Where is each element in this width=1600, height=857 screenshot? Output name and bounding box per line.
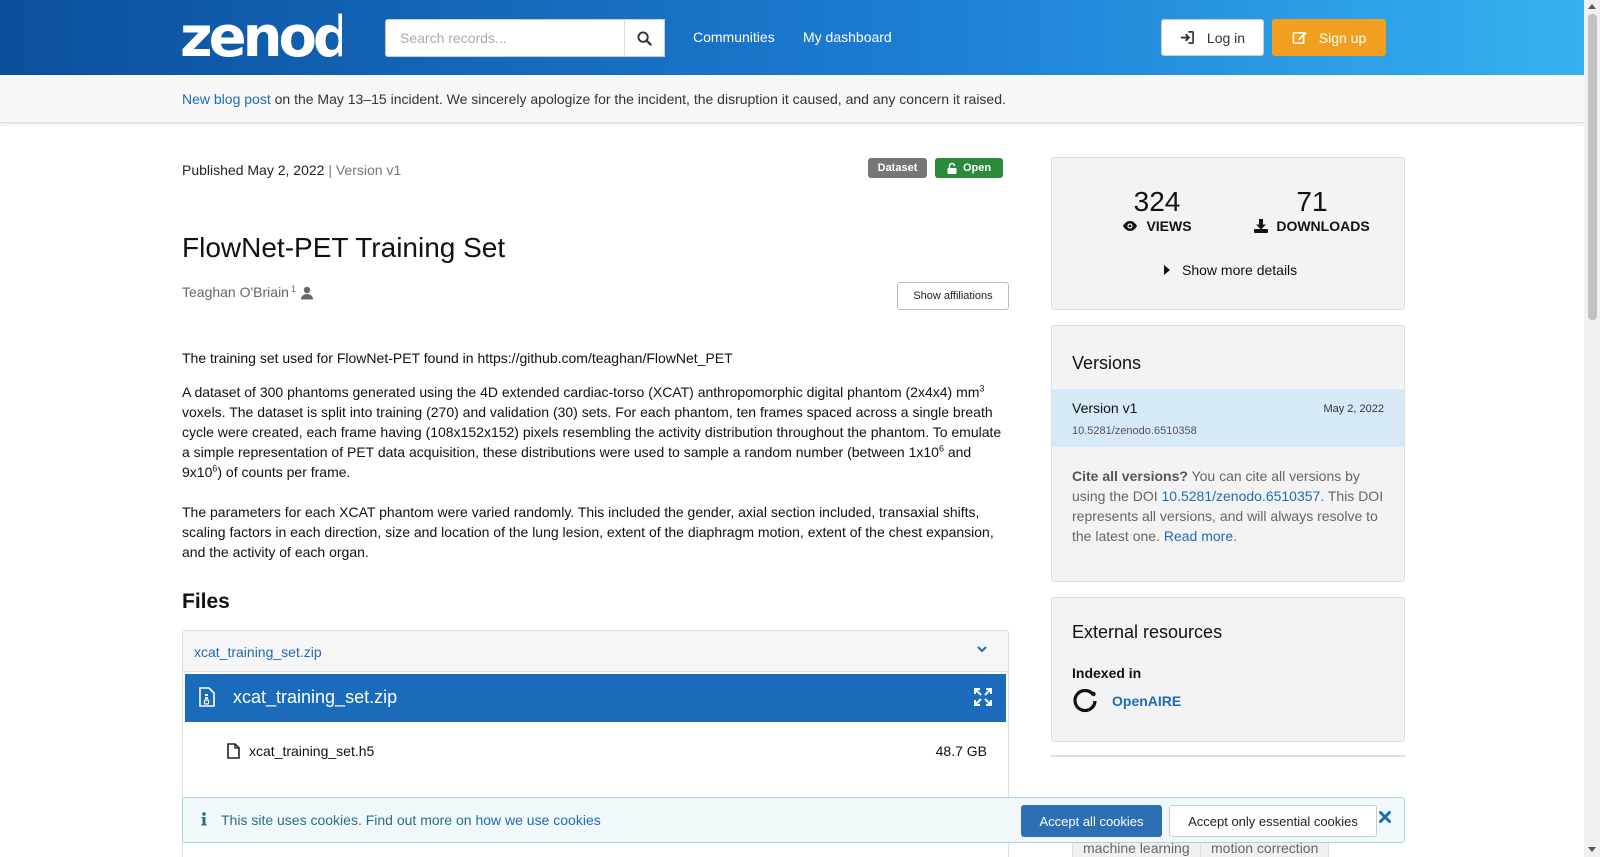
archive-link[interactable]: xcat_training_set.zip [194, 644, 322, 660]
version-text: Version v1 [335, 162, 402, 178]
file-preview-bar: xcat_training_set.zip [185, 674, 1006, 722]
scroll-down-arrow[interactable] [1588, 847, 1596, 852]
version-doi: 10.5281/zenodo.6510358 [1072, 425, 1197, 437]
author-name[interactable]: Teaghan O'Briain [182, 284, 289, 300]
caret-right-icon [1164, 265, 1170, 275]
access-label: Open [962, 162, 992, 174]
version-separator: | [324, 162, 336, 178]
user-icon [300, 286, 313, 300]
cookie-banner: This site uses cookies. Find out more on… [182, 797, 1405, 843]
show-more-details-toggle[interactable]: Show more details [1164, 262, 1297, 278]
unlock-icon [947, 162, 957, 174]
scrollbar-thumb[interactable] [1588, 14, 1597, 320]
version-label: Version v1 [1072, 400, 1138, 416]
author-affiliation-number: 1 [290, 284, 296, 294]
concept-doi-link[interactable]: 10.5281/zenodo.6510357 [1162, 488, 1321, 504]
indexed-in-label: Indexed in [1072, 665, 1142, 681]
description-paragraph-2: A dataset of 300 phantoms generated usin… [182, 383, 1002, 480]
close-icon[interactable] [1379, 811, 1391, 823]
downloads-label: DOWNLOADS [1276, 218, 1370, 234]
downloads-stat: 71 DOWNLOADS [1242, 186, 1382, 234]
read-more-link[interactable]: Read more. [1164, 528, 1237, 544]
download-icon [1254, 219, 1269, 233]
announcement-banner: New blog post on the May 13–15 incident.… [0, 75, 1584, 123]
expand-icon[interactable] [974, 688, 992, 706]
sign-in-icon [1180, 31, 1194, 44]
file-tree-row[interactable]: xcat_training_set.h5 48.7 GB [227, 741, 987, 761]
eye-icon [1123, 221, 1138, 231]
show-affiliations-button[interactable]: Show affiliations [897, 282, 1009, 310]
site-header: zenodo Communities My dashboard Log in S… [0, 0, 1584, 75]
author[interactable]: Teaghan O'Briain 1 [182, 284, 314, 300]
search-icon [637, 30, 652, 46]
file-icon [227, 743, 240, 759]
signup-label: Sign up [1318, 29, 1367, 46]
resource-type-label: Dataset [877, 162, 918, 174]
access-badge[interactable]: Open [935, 158, 1003, 178]
cite-all-versions: Cite all versions? You can cite all vers… [1072, 466, 1390, 546]
banner-text: New blog post on the May 13–15 incident.… [182, 91, 1006, 107]
version-item[interactable]: Version v1 May 2, 2022 10.5281/zenodo.65… [1052, 389, 1404, 447]
views-count: 324 [1133, 186, 1181, 217]
file-name: xcat_training_set.h5 [249, 743, 375, 759]
chevron-down-icon[interactable] [976, 643, 988, 655]
cookie-text: This site uses cookies. Find out more on [221, 812, 476, 828]
preview-filename: xcat_training_set.zip [233, 687, 398, 707]
description-paragraph-3: The parameters for each XCAT phantom wer… [182, 504, 994, 560]
show-more-label: Show more details [1182, 262, 1298, 278]
stats-panel: 324 VIEWS 71 DOWNLOADS Show more details [1051, 157, 1405, 310]
signup-button[interactable]: Sign up [1272, 19, 1386, 56]
openaire-logo-icon [1073, 688, 1097, 713]
info-icon [201, 812, 207, 826]
accept-essential-cookies-button[interactable]: Accept only essential cookies [1169, 805, 1377, 837]
cite-all-label: Cite all versions? [1072, 468, 1188, 484]
openaire-link[interactable]: OpenAIRE [1072, 688, 1181, 714]
sidebar-divider [1051, 755, 1405, 757]
login-label: Log in [1206, 29, 1246, 46]
versions-heading: Versions [1072, 353, 1142, 373]
external-resources-heading: External resources [1072, 622, 1223, 642]
blog-post-link[interactable]: New blog post [182, 91, 271, 107]
search-input[interactable] [386, 20, 664, 56]
versions-panel: Versions Version v1 May 2, 2022 10.5281/… [1051, 325, 1405, 582]
cookie-message: This site uses cookies. Find out more on… [221, 812, 601, 828]
banner-message: on the May 13–15 incident. We sincerely … [270, 91, 1006, 107]
accept-all-cookies-button[interactable]: Accept all cookies [1021, 805, 1162, 837]
search-box [385, 19, 665, 57]
file-archive-icon [199, 687, 215, 707]
zenodo-logo[interactable]: zenodo [180, 6, 342, 62]
views-label: VIEWS [1146, 218, 1192, 234]
cookie-policy-link[interactable]: how we use cookies [475, 812, 600, 828]
version-date: May 2, 2022 [1323, 403, 1384, 415]
login-button[interactable]: Log in [1161, 19, 1264, 56]
description-paragraph-1: The training set used for FlowNet-PET fo… [182, 350, 733, 366]
published-date: Published May 2, 2022 [182, 162, 325, 178]
files-heading: Files [182, 590, 230, 613]
nav-communities[interactable]: Communities [693, 29, 775, 45]
openaire-label: OpenAIRE [1112, 693, 1182, 709]
publication-info: Published May 2, 2022 | Version v1 [182, 162, 401, 178]
file-size: 48.7 GB [935, 743, 987, 759]
nav-my-dashboard[interactable]: My dashboard [803, 29, 892, 45]
external-resources-panel: External resources Indexed in OpenAIRE [1051, 597, 1405, 742]
scroll-up-arrow[interactable] [1588, 4, 1596, 9]
downloads-count: 71 [1296, 186, 1328, 217]
edit-icon [1292, 31, 1307, 44]
files-accordion-header[interactable]: xcat_training_set.zip [183, 631, 1008, 672]
svg-text:zenodo: zenodo [180, 6, 342, 62]
views-stat: 324 VIEWS [1102, 186, 1212, 234]
record-title: FlowNet-PET Training Set [182, 232, 506, 263]
search-button[interactable] [624, 19, 665, 57]
resource-type-badge[interactable]: Dataset [868, 158, 927, 178]
